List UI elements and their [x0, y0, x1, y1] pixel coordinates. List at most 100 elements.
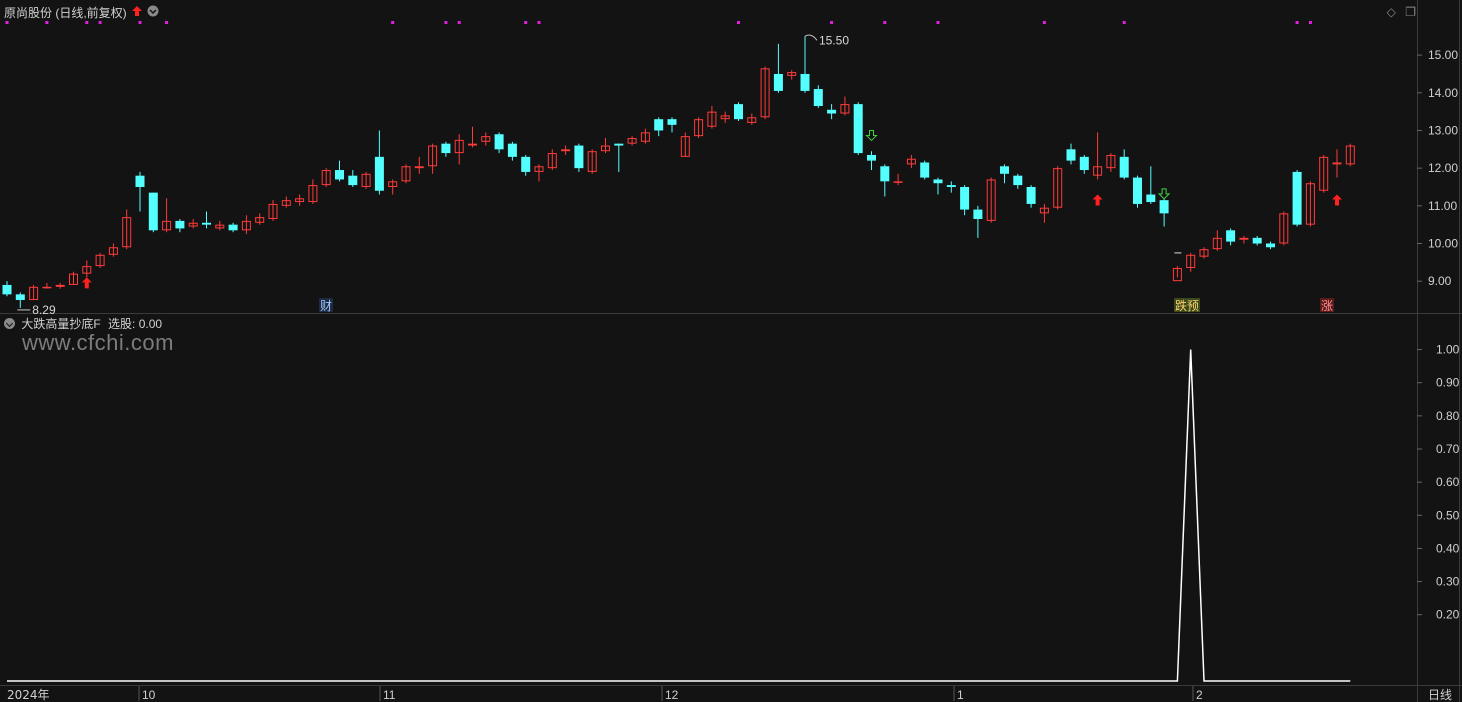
flag-dot — [1042, 21, 1046, 24]
high-label: 15.50 — [819, 33, 849, 47]
candle-body — [15, 294, 25, 300]
candle-body — [1079, 156, 1089, 171]
candle-body — [148, 192, 158, 231]
candle-body — [867, 154, 876, 161]
flag-dot — [5, 21, 9, 24]
candle-body — [1119, 156, 1129, 178]
candle-body — [1332, 162, 1342, 165]
candle-body — [946, 185, 956, 187]
flag-dot — [1122, 21, 1126, 24]
price-tick-label: 10.00 — [1428, 236, 1458, 250]
dropdown-icon[interactable] — [147, 5, 159, 17]
candle-body — [614, 143, 624, 146]
year-label: 2024年 — [7, 688, 50, 702]
candle-body — [933, 179, 943, 184]
candle-body — [494, 134, 504, 150]
buy-arrow-icon — [1092, 194, 1103, 206]
month-label: 2 — [1196, 688, 1203, 702]
candle-body — [1000, 166, 1009, 174]
candle-body — [734, 104, 743, 120]
candle-body — [880, 166, 890, 182]
flag-dot — [457, 21, 461, 24]
indicator-tick-label: 0.60 — [1436, 475, 1460, 489]
flag-dot — [391, 21, 395, 24]
flag-dot — [165, 21, 169, 24]
price-tick-label: 14.00 — [1428, 86, 1458, 100]
candle-body — [1159, 200, 1169, 214]
flag-dot — [444, 21, 448, 24]
flag-dot — [1308, 21, 1312, 24]
buy-arrow-icon — [81, 277, 92, 289]
flag-dot — [936, 21, 940, 24]
candle-body — [800, 73, 810, 91]
candle-body — [1013, 175, 1023, 186]
indicator-tick-label: 0.80 — [1436, 409, 1460, 423]
candle-body — [521, 156, 531, 172]
flag-dot — [85, 21, 89, 24]
candle-body — [920, 162, 930, 178]
flag-dot — [98, 21, 102, 24]
price-tick-label: 15.00 — [1428, 48, 1458, 62]
fall-pre-marker: 跌预 — [1175, 298, 1199, 313]
candle-body — [507, 143, 517, 157]
high-pointer — [804, 34, 818, 41]
flag-dot — [830, 21, 834, 24]
finance-marker: 财 — [320, 299, 332, 313]
candle-body — [813, 89, 823, 106]
month-label: 1 — [957, 688, 964, 702]
indicator-tick-label: 0.20 — [1436, 608, 1460, 622]
candle-body — [960, 186, 970, 210]
candle-body — [2, 284, 12, 295]
candle-body — [1292, 171, 1302, 225]
candle-body — [1133, 177, 1142, 204]
candle-body — [973, 209, 983, 220]
candle-body — [773, 73, 783, 91]
flag-dot — [1295, 21, 1299, 24]
candle-body — [1026, 186, 1036, 204]
candle-body — [667, 119, 677, 125]
month-label: 11 — [383, 688, 396, 702]
price-tick-label: 13.00 — [1428, 123, 1458, 137]
candle-body — [441, 143, 451, 154]
flag-dot — [737, 21, 740, 24]
candle-body — [654, 119, 664, 131]
price-tick-label: 11.00 — [1428, 199, 1457, 213]
kline-chart[interactable]: 15.508.29 财跌预涨 15.0014.0013.0012.0011.001… — [0, 0, 1462, 702]
indicator-tick-label: 0.40 — [1436, 541, 1460, 555]
candle-body — [348, 175, 358, 186]
candle-body — [175, 220, 185, 229]
price-tick-label: 12.00 — [1428, 161, 1458, 175]
candle-body — [1226, 230, 1236, 242]
candle-body — [1146, 194, 1156, 203]
candle-body — [374, 156, 384, 191]
candle-body — [893, 181, 903, 183]
candle-body — [414, 166, 424, 169]
candle-body — [1252, 237, 1262, 244]
buy-arrow-icon — [1332, 194, 1342, 206]
candle-body — [135, 175, 145, 187]
flag-dot — [537, 21, 541, 24]
flag-dot — [883, 21, 887, 24]
candle-body — [468, 143, 477, 146]
sell-arrow-icon — [865, 129, 878, 142]
candle-body — [561, 149, 571, 152]
low-label: 8.29 — [32, 303, 56, 317]
candle-body — [827, 109, 837, 114]
flag-dot — [524, 21, 528, 24]
candle-body — [335, 170, 344, 180]
candle-body — [1266, 243, 1275, 248]
indicator-line — [7, 349, 1351, 682]
month-label: 12 — [665, 688, 679, 702]
indicator-tick-label: 0.90 — [1436, 376, 1460, 390]
candle-body — [574, 145, 584, 169]
candle-body — [1239, 237, 1249, 240]
price-tick-label: 9.00 — [1428, 274, 1452, 288]
candle-body — [1066, 149, 1076, 161]
flag-dot — [45, 21, 49, 24]
flag-dot — [138, 21, 142, 24]
candle-body — [55, 284, 65, 287]
candle-body — [202, 222, 211, 225]
period-label: 日线 — [1428, 688, 1452, 702]
indicator-tick-label: 0.30 — [1436, 575, 1460, 589]
indicator-tick-label: 0.50 — [1436, 508, 1460, 522]
